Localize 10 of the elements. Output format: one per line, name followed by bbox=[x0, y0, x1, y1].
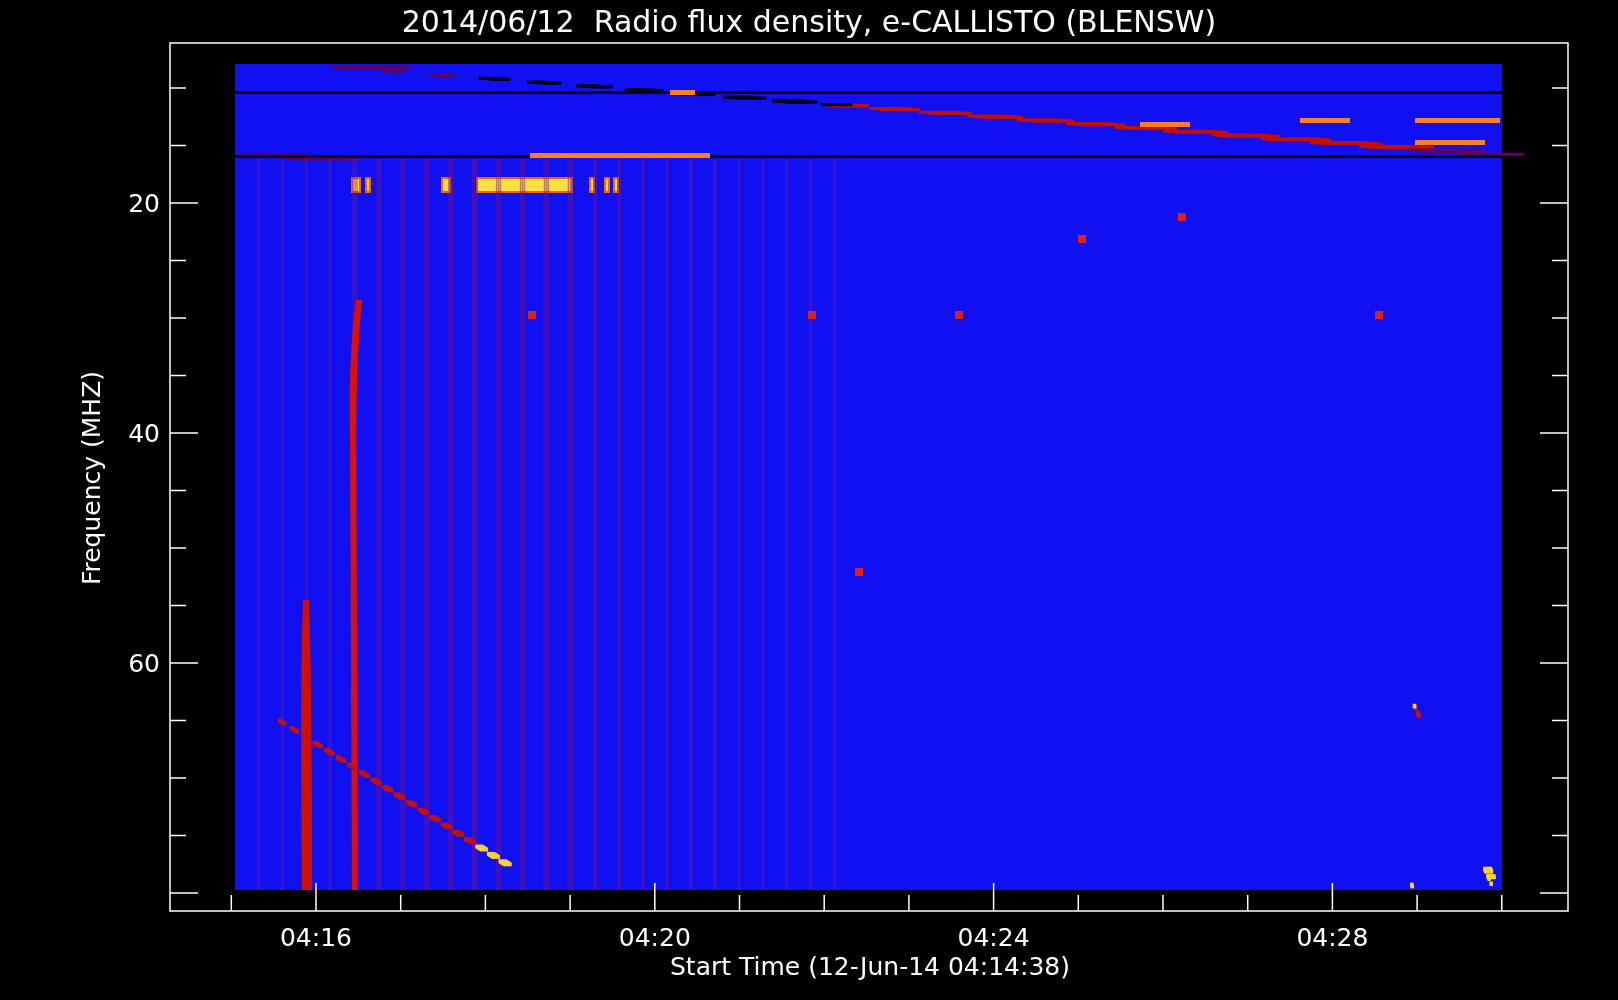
x-tick-label: 04:24 bbox=[957, 923, 1030, 952]
y-tick-label: 20 bbox=[128, 189, 160, 218]
chart-title: 2014/06/12 Radio flux density, e-CALLISTO (BLENSW) bbox=[401, 4, 1217, 39]
x-tick-label: 04:16 bbox=[280, 923, 352, 952]
y-tick-label: 60 bbox=[128, 649, 160, 678]
x-axis-label: Start Time (12-Jun-14 04:14:38) bbox=[670, 952, 1070, 981]
x-tick-label: 04:28 bbox=[1296, 923, 1369, 952]
y-tick-label: 40 bbox=[128, 419, 160, 448]
y-axis-label: Frequency (MHZ) bbox=[77, 370, 106, 586]
x-tick-label: 04:20 bbox=[618, 923, 691, 952]
